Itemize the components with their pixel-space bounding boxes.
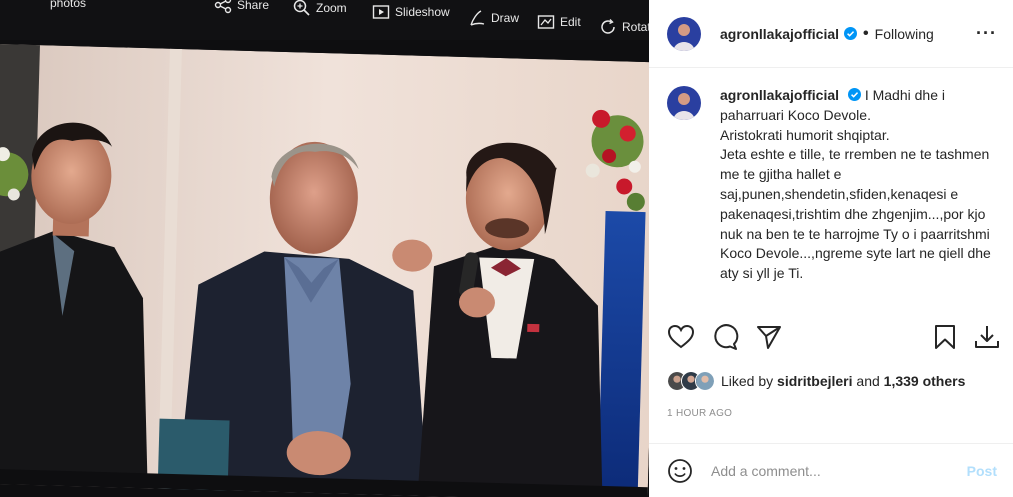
likes-others-link[interactable]: 1,339 others <box>884 373 966 389</box>
post-timestamp[interactable]: 1 HOUR AGO <box>667 408 732 419</box>
photo-viewer-toolbar: photos Share Zoom Slideshow Draw Edit Ro… <box>0 0 649 40</box>
share-button[interactable] <box>755 323 783 351</box>
paper-plane-icon <box>757 326 781 349</box>
rotate-icon <box>601 19 615 34</box>
liker-username[interactable]: sidritbejleri <box>777 373 852 389</box>
comment-button[interactable] <box>711 323 739 351</box>
bookmark-icon <box>935 325 955 349</box>
photos-label: photos <box>50 0 87 10</box>
likes-summary: Liked by sidritbejleri and 1,339 others <box>667 371 965 391</box>
post-side-panel: agronllakajofficial • Following ··· agro… <box>649 0 1013 497</box>
toolbar-draw-button[interactable]: Draw <box>468 9 519 27</box>
download-icon <box>975 326 999 348</box>
heart-icon <box>667 324 695 349</box>
post-caption: agronllakajofficial I Madhi dhe i paharr… <box>720 86 997 310</box>
post-actions <box>667 323 999 357</box>
comment-input[interactable] <box>711 462 951 479</box>
avatar[interactable] <box>695 371 715 391</box>
event-photograph-illustration <box>0 44 649 497</box>
toolbar-rotate-button[interactable]: Rotate <box>599 18 649 36</box>
slideshow-icon <box>372 5 390 19</box>
post-header: agronllakajofficial • Following ··· <box>649 0 1013 68</box>
comment-icon <box>714 324 739 350</box>
post-author-username[interactable]: agronllakajofficial <box>720 26 839 42</box>
emoji-icon[interactable] <box>667 458 693 484</box>
comment-bar: Post <box>649 443 1013 497</box>
verified-badge-icon <box>844 27 858 40</box>
caption-username[interactable]: agronllakajofficial <box>720 87 839 103</box>
avatar[interactable] <box>667 86 701 120</box>
photo-panel: photos Share Zoom Slideshow Draw Edit Ro… <box>0 0 649 497</box>
toolbar-edit-button[interactable]: Edit <box>537 13 581 31</box>
caption-text: I Madhi dhe i paharruari Koco Devole. Ari… <box>720 87 991 282</box>
likes-text: Liked by sidritbejleri and 1,339 others <box>721 373 966 389</box>
post-photo <box>0 44 649 497</box>
toolbar-share-button[interactable]: Share <box>214 0 269 14</box>
caption-area: agronllakajofficial I Madhi dhe i paharr… <box>649 68 1013 310</box>
like-button[interactable] <box>667 323 695 351</box>
share-icon <box>214 0 232 14</box>
avatar[interactable] <box>667 16 701 51</box>
edit-icon <box>537 15 555 29</box>
download-button[interactable] <box>973 323 1001 351</box>
post-comment-button[interactable]: Post <box>967 463 997 479</box>
save-button[interactable] <box>931 323 959 351</box>
more-options-icon[interactable]: ··· <box>976 23 997 44</box>
toolbar-slideshow-button[interactable]: Slideshow <box>372 3 450 21</box>
avatar-image <box>667 86 701 120</box>
draw-icon <box>470 10 485 26</box>
following-button[interactable]: Following <box>875 26 934 42</box>
toolbar-zoom-button[interactable]: Zoom <box>293 0 347 17</box>
liker-avatars <box>667 371 715 391</box>
zoom-icon <box>293 0 310 16</box>
verified-badge-icon <box>847 88 861 101</box>
separator-dot: • <box>863 24 869 42</box>
avatar-image <box>667 16 701 51</box>
